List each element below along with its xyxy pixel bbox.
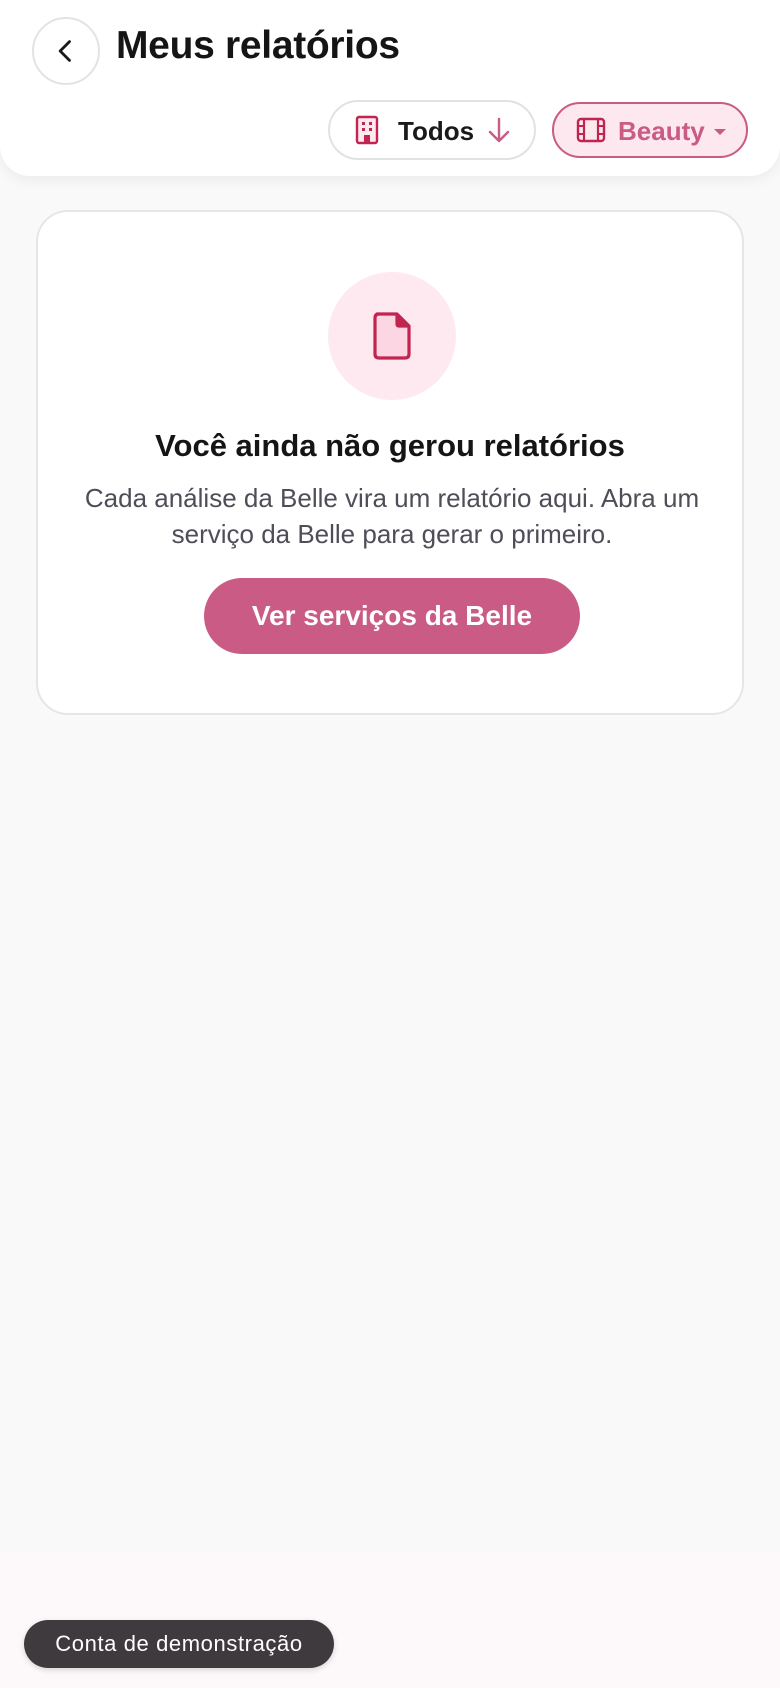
empty-state-description: Cada análise da Belle vira um relatório … [84, 483, 700, 549]
category-filter-label: Beauty [618, 116, 705, 146]
building-icon [355, 115, 379, 145]
category-filter-dropdown[interactable]: Beauty [552, 102, 748, 158]
view-belle-services-button[interactable]: Ver serviços da Belle [204, 578, 580, 654]
scope-filter-button[interactable]: Todos [328, 100, 536, 160]
page-title: Meus relatórios [116, 24, 400, 67]
arrow-down-icon [488, 117, 510, 143]
empty-state-title: Você ainda não gerou relatórios [155, 428, 625, 463]
demo-account-badge: Conta de demonstração [24, 1620, 334, 1668]
document-icon-badge [328, 272, 456, 400]
film-icon [576, 117, 606, 143]
caret-down-icon [714, 129, 726, 135]
back-button[interactable] [32, 17, 100, 85]
chevron-left-icon [58, 40, 71, 62]
document-icon [373, 312, 411, 360]
empty-state-card: Você ainda não gerou relatórios Cada aná… [36, 210, 744, 715]
scope-filter-label: Todos [398, 116, 475, 146]
top-header: Meus relatórios Todos Beauty [0, 0, 780, 176]
